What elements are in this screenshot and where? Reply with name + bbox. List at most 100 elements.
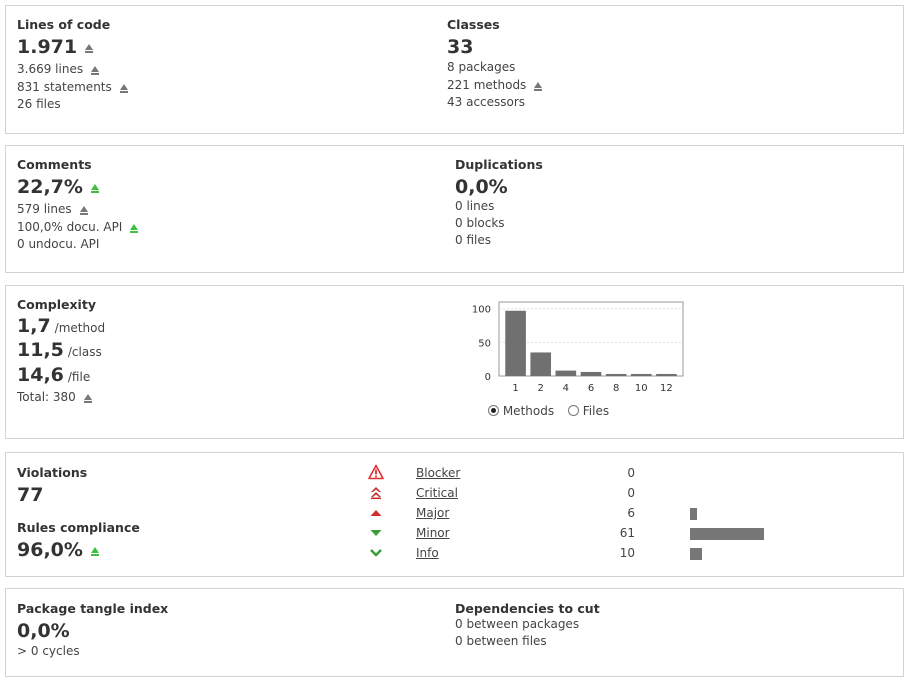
info-link[interactable]: Info bbox=[416, 546, 439, 560]
duplications-section: Duplications 0,0% 0 lines 0 blocks 0 fil… bbox=[455, 157, 543, 249]
violations-section: Violations 77 Rules compliance 96,0% bbox=[17, 465, 140, 561]
between-packages: 0 between packages bbox=[455, 617, 580, 631]
blocker-link[interactable]: Blocker bbox=[416, 466, 460, 480]
chart-bar bbox=[580, 371, 602, 376]
packages-count: 8 packages bbox=[447, 60, 516, 74]
trend-up-icon bbox=[85, 44, 94, 53]
tangle-section: Package tangle index 0,0% > 0 cycles bbox=[17, 601, 168, 660]
classes-value: 33 bbox=[447, 36, 474, 58]
complexity-per-file: 14,6/file bbox=[17, 364, 105, 388]
minor-bar bbox=[690, 528, 764, 540]
x-tick-label: 8 bbox=[613, 383, 619, 394]
lines-of-code-section: Lines of code 1.971 3.669 lines 831 stat… bbox=[17, 17, 128, 112]
violations-value: 77 bbox=[17, 484, 44, 506]
size-panel: Lines of code 1.971 3.669 lines 831 stat… bbox=[5, 5, 904, 134]
undocu-api: 0 undocu. API bbox=[17, 237, 100, 251]
trend-up-icon bbox=[90, 184, 99, 193]
classes-title: Classes bbox=[447, 17, 500, 32]
critical-link[interactable]: Critical bbox=[416, 486, 458, 500]
trend-up-icon bbox=[83, 394, 92, 403]
critical-count: 0 bbox=[627, 486, 635, 500]
tangle-panel: Package tangle index 0,0% > 0 cycles Dep… bbox=[5, 588, 904, 677]
docu-api: 100,0% docu. API bbox=[17, 220, 123, 234]
complexity-distribution-chart: 0501001 2 4 6 8 10 12 bbox=[472, 301, 684, 394]
dup-blocks: 0 blocks bbox=[455, 216, 505, 230]
tangle-value: 0,0% bbox=[17, 620, 70, 642]
info-count: 10 bbox=[619, 546, 635, 560]
chart-bar bbox=[656, 373, 677, 376]
files-count: 26 files bbox=[17, 97, 61, 111]
duplications-title: Duplications bbox=[455, 157, 543, 172]
files-radio[interactable] bbox=[567, 405, 579, 416]
accessors-count: 43 accessors bbox=[447, 95, 526, 109]
comments-value: 22,7% bbox=[17, 176, 83, 198]
methods-radio[interactable] bbox=[488, 405, 499, 416]
loc-title: Lines of code bbox=[17, 17, 111, 32]
trend-up-icon bbox=[91, 66, 100, 75]
per-file-value: 14,6 bbox=[17, 364, 64, 386]
chart-mode-selector: Methods Files bbox=[488, 404, 609, 418]
minor-link[interactable]: Minor bbox=[416, 526, 450, 540]
major-icon bbox=[370, 510, 382, 516]
compliance-title: Rules compliance bbox=[17, 520, 140, 535]
complexity-per-class: 11,5/class bbox=[17, 339, 105, 364]
x-tick-label: 2 bbox=[538, 383, 544, 394]
x-tick-label: 12 bbox=[660, 383, 673, 394]
major-count: 6 bbox=[627, 506, 635, 520]
y-tick-label: 100 bbox=[472, 305, 491, 316]
per-class-unit: /class bbox=[67, 345, 102, 359]
complexity-section: Complexity 1,7/method 11,5/class 14,6/fi… bbox=[17, 297, 105, 406]
violations-panel: Violations 77 Rules compliance 96,0% Blo… bbox=[5, 452, 904, 577]
trend-up-icon bbox=[90, 547, 99, 556]
methods-radio-label[interactable]: Methods bbox=[503, 404, 554, 418]
per-method-unit: /method bbox=[54, 321, 106, 335]
classes-section: Classes 33 8 packages 221 methods 43 acc… bbox=[447, 17, 543, 110]
x-tick-label: 10 bbox=[635, 383, 648, 394]
trend-up-icon bbox=[79, 206, 88, 215]
complexity-per-method: 1,7/method bbox=[17, 315, 105, 339]
dependencies-section: Dependencies to cut 0 between packages 0… bbox=[455, 601, 600, 650]
complexity-panel: Complexity 1,7/method 11,5/class 14,6/fi… bbox=[5, 285, 904, 439]
lines-count: 3.669 lines bbox=[17, 62, 84, 76]
between-files: 0 between files bbox=[455, 634, 547, 648]
critical-icon bbox=[371, 487, 381, 500]
dup-files: 0 files bbox=[455, 233, 491, 247]
trend-up-icon bbox=[119, 84, 128, 93]
chart-bar bbox=[630, 373, 652, 376]
info-icon bbox=[370, 549, 382, 557]
tangle-title: Package tangle index bbox=[17, 601, 169, 616]
statements-count: 831 statements bbox=[17, 80, 112, 94]
complexity-title: Complexity bbox=[17, 297, 96, 312]
dup-lines: 0 lines bbox=[455, 199, 495, 213]
trend-up-icon bbox=[534, 82, 543, 91]
compliance-value: 96,0% bbox=[17, 539, 83, 561]
y-tick-label: 0 bbox=[485, 372, 491, 383]
cycles-count: > 0 cycles bbox=[17, 644, 80, 658]
major-link[interactable]: Major bbox=[416, 506, 449, 520]
complexity-total: Total: 380 bbox=[17, 390, 76, 404]
minor-count: 61 bbox=[619, 526, 635, 540]
comments-panel: Comments 22,7% 579 lines 100,0% docu. AP… bbox=[5, 145, 904, 273]
methods-count: 221 methods bbox=[447, 78, 527, 92]
violations-title: Violations bbox=[17, 465, 88, 480]
x-tick-label: 6 bbox=[588, 383, 594, 394]
blocker-count: 0 bbox=[627, 466, 635, 480]
x-tick-label: 4 bbox=[563, 383, 569, 394]
minor-icon bbox=[370, 530, 382, 536]
trend-up-icon bbox=[130, 224, 139, 233]
duplications-value: 0,0% bbox=[455, 176, 508, 198]
per-method-value: 1,7 bbox=[17, 315, 51, 337]
files-radio-label[interactable]: Files bbox=[583, 404, 609, 418]
per-file-unit: /file bbox=[67, 370, 91, 384]
per-class-value: 11,5 bbox=[17, 339, 64, 361]
major-bar bbox=[690, 508, 697, 520]
comment-lines: 579 lines bbox=[17, 202, 72, 216]
blocker-icon bbox=[368, 464, 384, 480]
info-bar bbox=[690, 548, 702, 560]
plot-area bbox=[498, 301, 684, 377]
loc-value: 1.971 bbox=[17, 36, 78, 58]
y-tick-label: 50 bbox=[478, 338, 491, 349]
chart-bar bbox=[505, 310, 526, 376]
chart-bar bbox=[555, 370, 577, 376]
deps-title: Dependencies to cut bbox=[455, 601, 600, 616]
